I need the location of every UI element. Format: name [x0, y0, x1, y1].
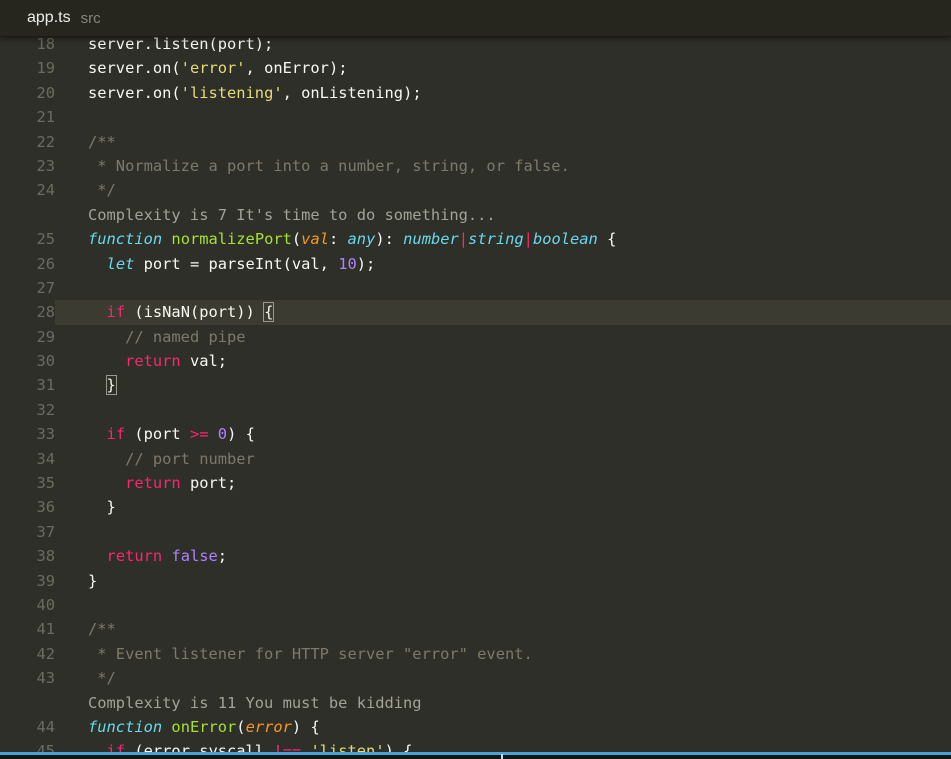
code-text[interactable]: /**: [55, 617, 951, 641]
code-editor-window: app.ts src 18server.listen(port);19serve…: [0, 0, 951, 759]
bottom-panel-strip: [0, 755, 951, 759]
code-text[interactable]: return false;: [55, 544, 951, 568]
code-text[interactable]: return val;: [55, 349, 951, 373]
code-text[interactable]: return port;: [55, 471, 951, 495]
line-number[interactable]: 40: [0, 593, 55, 617]
line-number[interactable]: 42: [0, 642, 55, 666]
code-line[interactable]: 44function onError(error) {: [0, 715, 951, 739]
matched-bracket: {: [264, 303, 273, 321]
code-text[interactable]: [55, 593, 951, 617]
title-bar: app.ts src: [0, 0, 951, 37]
code-line[interactable]: 37: [0, 520, 951, 544]
line-number[interactable]: 41: [0, 617, 55, 641]
line-number[interactable]: 38: [0, 544, 55, 568]
code-line[interactable]: 33 if (port >= 0) {: [0, 422, 951, 446]
code-text[interactable]: }: [55, 495, 951, 519]
code-text[interactable]: [55, 520, 951, 544]
code-text[interactable]: Complexity is 7 It's time to do somethin…: [55, 203, 951, 227]
file-name: app.ts: [27, 9, 71, 27]
code-line[interactable]: 35 return port;: [0, 471, 951, 495]
code-line[interactable]: 27: [0, 276, 951, 300]
line-number[interactable]: 23: [0, 154, 55, 178]
line-number[interactable]: 33: [0, 422, 55, 446]
code-text[interactable]: */: [55, 178, 951, 202]
code-lines: 18server.listen(port);19server.on('error…: [0, 37, 951, 759]
code-line[interactable]: 25function normalizePort(val: any): numb…: [0, 227, 951, 251]
line-number[interactable]: 37: [0, 520, 55, 544]
line-number[interactable]: 30: [0, 349, 55, 373]
active-line[interactable]: if (isNaN(port)) {: [55, 300, 951, 324]
code-line[interactable]: 26 let port = parseInt(val, 10);: [0, 252, 951, 276]
code-text[interactable]: // named pipe: [55, 325, 951, 349]
code-line[interactable]: 23 * Normalize a port into a number, str…: [0, 154, 951, 178]
line-number[interactable]: 20: [0, 81, 55, 105]
line-number: [0, 691, 55, 715]
line-number[interactable]: 19: [0, 56, 55, 80]
code-line[interactable]: 22/**: [0, 130, 951, 154]
line-number[interactable]: 22: [0, 130, 55, 154]
code-line[interactable]: 24 */: [0, 178, 951, 202]
line-number[interactable]: 24: [0, 178, 55, 202]
line-number[interactable]: 44: [0, 715, 55, 739]
editor-pane[interactable]: 18server.listen(port);19server.on('error…: [0, 37, 951, 759]
code-text[interactable]: let port = parseInt(val, 10);: [55, 252, 951, 276]
line-number: [0, 203, 55, 227]
code-text[interactable]: // port number: [55, 447, 951, 471]
code-line[interactable]: 30 return val;: [0, 349, 951, 373]
line-number[interactable]: 36: [0, 495, 55, 519]
code-text[interactable]: if (port >= 0) {: [55, 422, 951, 446]
code-line[interactable]: 29 // named pipe: [0, 325, 951, 349]
line-number[interactable]: 18: [0, 37, 55, 56]
code-line[interactable]: 18server.listen(port);: [0, 37, 951, 56]
code-line[interactable]: 42 * Event listener for HTTP server "err…: [0, 642, 951, 666]
code-text[interactable]: }: [55, 569, 951, 593]
line-number[interactable]: 32: [0, 398, 55, 422]
code-line[interactable]: 40: [0, 593, 951, 617]
line-number[interactable]: 29: [0, 325, 55, 349]
code-text[interactable]: [55, 105, 951, 129]
code-text[interactable]: * Normalize a port into a number, string…: [55, 154, 951, 178]
annotation-line[interactable]: Complexity is 7 It's time to do somethin…: [0, 203, 951, 227]
annotation-line[interactable]: Complexity is 11 You must be kidding: [0, 691, 951, 715]
matched-bracket: }: [107, 376, 116, 394]
code-line[interactable]: 38 return false;: [0, 544, 951, 568]
code-line[interactable]: 41/**: [0, 617, 951, 641]
code-line[interactable]: 43 */: [0, 666, 951, 690]
code-text[interactable]: server.listen(port);: [55, 37, 951, 56]
line-number[interactable]: 43: [0, 666, 55, 690]
code-text[interactable]: [55, 398, 951, 422]
code-line[interactable]: 31 }: [0, 373, 951, 397]
line-number[interactable]: 26: [0, 252, 55, 276]
code-text[interactable]: */: [55, 666, 951, 690]
code-text[interactable]: server.on('listening', onListening);: [55, 81, 951, 105]
code-line[interactable]: 34 // port number: [0, 447, 951, 471]
line-number[interactable]: 28: [0, 300, 55, 324]
code-line[interactable]: 19server.on('error', onError);: [0, 56, 951, 80]
line-number[interactable]: 35: [0, 471, 55, 495]
code-line[interactable]: 21: [0, 105, 951, 129]
code-line[interactable]: 39}: [0, 569, 951, 593]
code-text[interactable]: * Event listener for HTTP server "error"…: [55, 642, 951, 666]
code-text[interactable]: function onError(error) {: [55, 715, 951, 739]
code-line[interactable]: 20server.on('listening', onListening);: [0, 81, 951, 105]
code-text[interactable]: function normalizePort(val: any): number…: [55, 227, 951, 251]
code-line[interactable]: 36 }: [0, 495, 951, 519]
code-text[interactable]: Complexity is 11 You must be kidding: [55, 691, 951, 715]
line-number[interactable]: 25: [0, 227, 55, 251]
file-path: src: [81, 10, 101, 27]
bottom-panel-border: [0, 752, 951, 755]
line-number[interactable]: 27: [0, 276, 55, 300]
line-number[interactable]: 31: [0, 373, 55, 397]
code-line[interactable]: 28 if (isNaN(port)) {: [0, 300, 951, 324]
code-text[interactable]: [55, 276, 951, 300]
code-text[interactable]: /**: [55, 130, 951, 154]
line-number[interactable]: 34: [0, 447, 55, 471]
code-text[interactable]: }: [55, 373, 951, 397]
line-number[interactable]: 39: [0, 569, 55, 593]
panel-cursor: [501, 754, 503, 759]
line-number[interactable]: 21: [0, 105, 55, 129]
code-text[interactable]: server.on('error', onError);: [55, 56, 951, 80]
code-line[interactable]: 32: [0, 398, 951, 422]
